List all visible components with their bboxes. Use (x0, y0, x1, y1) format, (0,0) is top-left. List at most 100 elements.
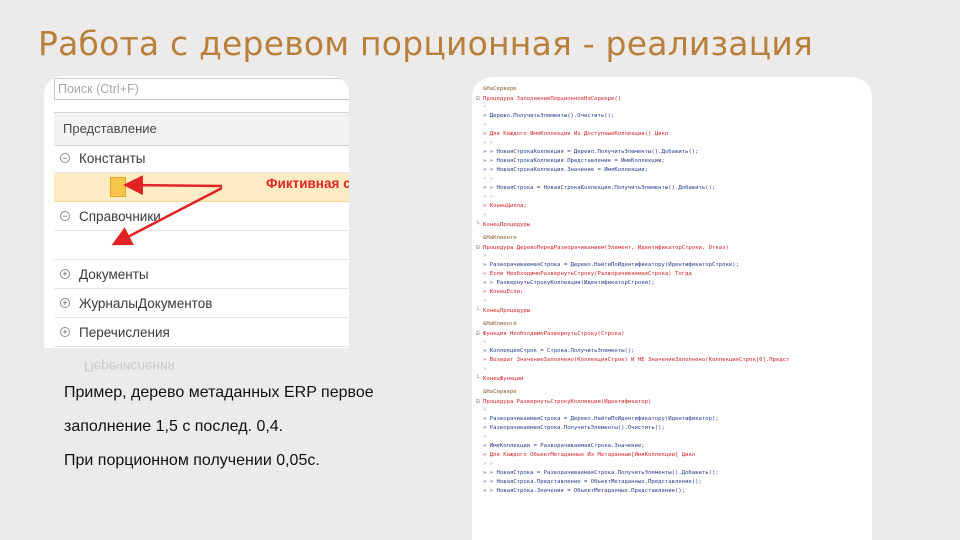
code-text: » ИмяКоллекции = РазворачиваемаяСтрока.З… (483, 443, 645, 449)
tree-row[interactable]: + ЖурналыДокументов (54, 289, 349, 318)
code-text: » » РазвернутьСтрокуКоллекции(Идентифика… (483, 280, 655, 286)
code-text: » (483, 298, 487, 304)
slide-title: Работа с деревом порционная - реализация (38, 24, 814, 63)
code-line: » Для Каждого ОбъектМетаданных Из Метада… (476, 451, 872, 460)
code-text: » КонецЕсли; (483, 289, 524, 295)
code-line: &НаСервере (476, 85, 872, 94)
code-text: » КоллекцияСтрок = Строка.ПолучитьЭлемен… (483, 348, 635, 354)
code-text: &НаКлиенте (483, 321, 517, 327)
code-text: » » НоваяСтрока = НоваяСтрокаКоллекция.П… (483, 185, 716, 191)
fictive-row-annotation: Фиктивная строка (266, 176, 349, 191)
metadata-tree-screenshot: Поиск (Ctrl+F) Представление − Константы −… (44, 76, 349, 348)
collapse-icon[interactable]: − (60, 211, 70, 222)
fold-icon[interactable]: ⊟ (476, 397, 483, 406)
code-text: » » НоваяСтрокаКоллекция = Дерево.Получи… (483, 149, 699, 155)
code-line: » » РазвернутьСтрокуКоллекции(Идентифика… (476, 279, 872, 288)
code-line: &НаКлиенте (476, 234, 872, 243)
code-text: &НаКлиенте (483, 235, 517, 241)
code-line: └ КонецПроцедуры (476, 306, 872, 315)
code-text: » РазворачиваемаяСтрока.ПолучитьЭлементы… (483, 425, 665, 431)
code-line: » (476, 406, 872, 415)
code-text: » Если НеобходимоРазвернутьСтроку(Развор… (483, 271, 692, 277)
code-text: КонецФункции (483, 376, 524, 382)
code-text: » (483, 434, 487, 440)
code-line: » Для Каждого ИмяКоллекции Из ДоступныеК… (476, 130, 872, 139)
code-text: » » (483, 140, 494, 146)
expand-icon[interactable]: + (60, 269, 70, 280)
code-text: КонецПроцедуры (483, 308, 531, 314)
code-line: » Дерево.ПолучитьЭлементы().Очистить(); (476, 112, 872, 121)
code-line: » (476, 252, 872, 261)
code-line: &НаСервере (476, 388, 872, 397)
code-line: » (476, 433, 872, 442)
code-text: Процедура ЗаполнениеПорционноеНаСервере(… (483, 96, 622, 102)
code-text: &НаСервере (483, 389, 517, 395)
code-text: » » НоваяСтрока.Значение = ОбъектМетадан… (483, 488, 686, 494)
code-line: » » НоваяСтрока = НоваяСтрокаКоллекция.П… (476, 184, 872, 193)
code-line: » » (476, 175, 872, 184)
code-line: » (476, 297, 872, 306)
code-line: » (476, 121, 872, 130)
collapse-icon[interactable]: − (60, 153, 70, 164)
code-text: » (483, 253, 487, 259)
code-text: » » НоваяСтрокаКоллекция.Представление =… (483, 158, 665, 164)
code-line: » РазворачиваемаяСтрока.ПолучитьЭлементы… (476, 424, 872, 433)
code-text: » (483, 339, 487, 345)
fold-icon[interactable]: ⊟ (476, 243, 483, 252)
code-line: ⊟ Функция НеобходимоРазвернутьСтроку(Стро… (476, 329, 872, 338)
expand-icon[interactable]: + (60, 298, 70, 309)
code-line: » » НоваяСтрокаКоллекция.Представление =… (476, 157, 872, 166)
fold-icon[interactable]: ⊟ (476, 329, 483, 338)
panel-reflection: Перечисления (84, 359, 175, 374)
description-line-3: При порционном получении 0,05с. (64, 452, 320, 469)
code-text: Процедура ДеревоПередРазворачиванием(Эле… (483, 245, 729, 251)
code-text: » РазворачиваемаяСтрока = Дерево.НайтиПо… (483, 416, 719, 422)
code-line: » » НоваяСтрока.Значение = ОбъектМетадан… (476, 487, 872, 496)
code-line: » Возврат ЗначениеЗаполнено(КоллекцияСтр… (476, 356, 872, 365)
tree-row-label: Перечисления (79, 325, 170, 340)
code-line: » КонецЦикла; (476, 202, 872, 211)
code-line: » (476, 103, 872, 112)
code-line: ⊟ Процедура ЗаполнениеПорционноеНаСервере… (476, 94, 872, 103)
code-line: » КонецЕсли; (476, 288, 872, 297)
tree-row[interactable]: − Справочники (54, 202, 349, 231)
code-text: &НаСервере (483, 86, 517, 92)
tree-row[interactable]: + Документы (54, 260, 349, 289)
tree-row[interactable]: + Перечисления (54, 318, 349, 347)
code-text: » Возврат ЗначениеЗаполнено(КоллекцияСтр… (483, 357, 790, 363)
code-text: » (483, 212, 487, 218)
tree-column-header[interactable]: Представление (54, 112, 349, 146)
code-text: КонецПроцедуры (483, 222, 531, 228)
code-listing: &НаСервере ⊟ Процедура ЗаполнениеПорционно… (476, 85, 872, 496)
tree-row[interactable] (54, 231, 349, 260)
tree-row[interactable]: − Константы (54, 144, 349, 173)
code-line: » » НоваяСтрокаКоллекция.Значение = ИмяК… (476, 166, 872, 175)
code-line: » » НоваяСтрокаКоллекция = Дерево.Получи… (476, 148, 872, 157)
code-line: » » (476, 460, 872, 469)
code-line: &НаКлиенте (476, 320, 872, 329)
code-line: » (476, 211, 872, 220)
fold-icon[interactable]: ⊟ (476, 94, 483, 103)
search-input[interactable]: Поиск (Ctrl+F) (54, 78, 349, 100)
code-line: └ КонецПроцедуры (476, 220, 872, 229)
code-line: » РазворачиваемаяСтрока = Дерево.НайтиПо… (476, 415, 872, 424)
code-line: » (476, 338, 872, 347)
code-text: » Дерево.ПолучитьЭлементы().Очистить(); (483, 113, 615, 119)
code-line: » РазворачиваемаяСтрока = Дерево.НайтиПо… (476, 261, 872, 270)
tree-row-label: Справочники (79, 209, 161, 224)
code-line: » » НоваяСтрока = РазворачиваемаяСтрока.… (476, 469, 872, 478)
code-text: » РазворачиваемаяСтрока = Дерево.НайтиПо… (483, 262, 739, 268)
code-text: » » НоваяСтрока.Представление = ОбъектМе… (483, 479, 702, 485)
code-line: └ КонецФункции (476, 374, 872, 383)
tree-row-label: Документы (79, 267, 149, 282)
code-line: » Если НеобходимоРазвернутьСтроку(Развор… (476, 270, 872, 279)
expand-icon[interactable]: + (60, 327, 70, 338)
code-text: » КонецЦикла; (483, 203, 527, 209)
code-text: » (483, 122, 487, 128)
code-line: » » (476, 139, 872, 148)
code-text: Процедура РазвернутьСтрокуКоллекции(Иден… (483, 399, 652, 405)
description-line-2: заполнение 1,5 с послед. 0,4. (64, 418, 284, 435)
tree-row-label: Константы (79, 151, 146, 166)
fold-gutter: └ (476, 221, 480, 228)
code-text: » » (483, 461, 494, 467)
